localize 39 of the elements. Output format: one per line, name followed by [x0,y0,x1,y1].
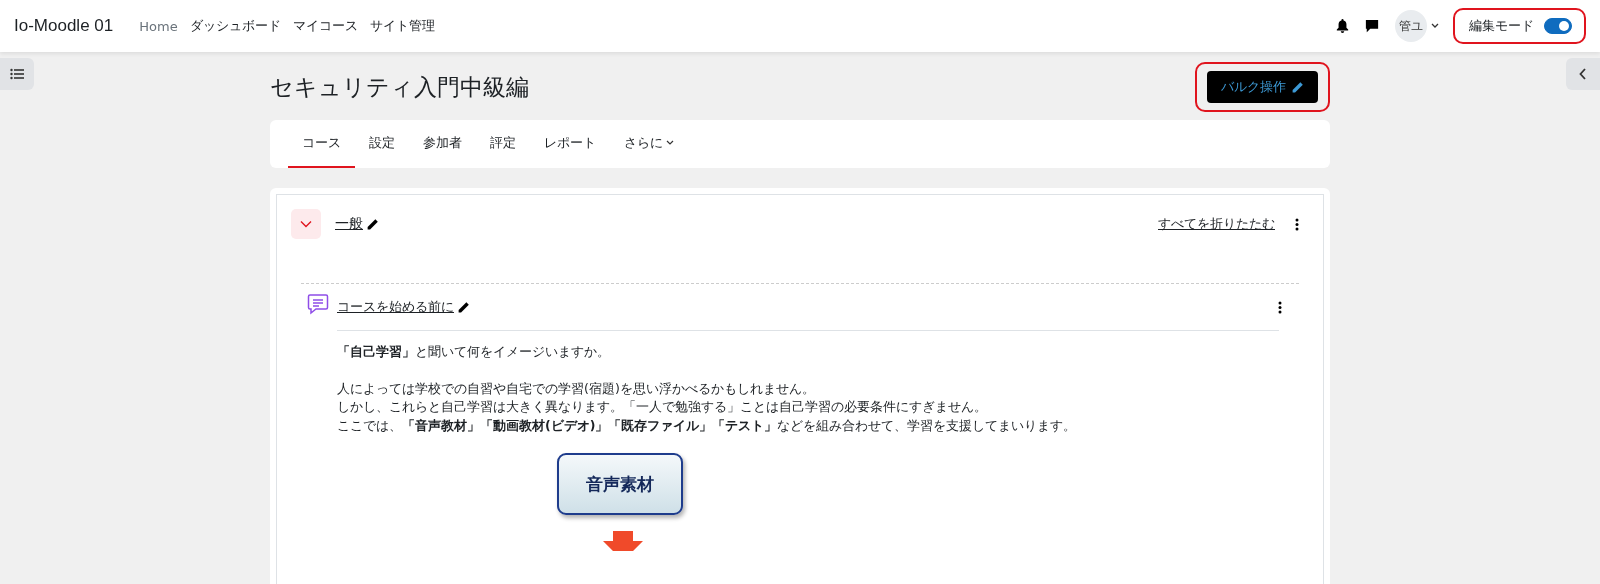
course-tab[interactable]: 参加者 [409,120,476,168]
nav-link[interactable]: サイト管理 [369,17,435,35]
pencil-icon[interactable] [457,300,470,314]
down-arrow-icon [603,531,643,551]
pencil-icon[interactable] [1291,80,1304,94]
bulk-edit-button[interactable]: バルク操作 [1207,71,1318,103]
collapse-all-link[interactable]: すべてを折りたたむ [1158,215,1275,233]
description-paragraph: 人によっては学校での自習や自宅での学習(宿題)を思い浮かべるかもしれません。 しかし、これらと自己学習は大きく異なります。「一人で勉強する」ことは自己学習の必要条件にすぎません。 ここでは、「音声教材」「動画教材(ビデオ)」「既存ファイル」「テスト」などを組み合わせて、学習を支援してまいります。 [337,379,1078,435]
course-tab[interactable]: 設定 [355,120,409,168]
section-title[interactable]: 一般 [335,215,363,233]
more-icon[interactable] [1295,217,1299,231]
course-tab[interactable]: 評定 [476,120,530,168]
nav-link[interactable]: Home [139,18,178,34]
pencil-icon[interactable] [366,217,379,231]
more-icon[interactable] [1278,300,1282,314]
collapse-button[interactable] [291,209,321,239]
course-index-button[interactable] [0,58,34,90]
user-avatar[interactable]: 管ユ [1395,10,1427,42]
caret-icon[interactable] [1431,23,1439,29]
edit-mode-control[interactable]: 編集モード [1453,8,1586,44]
course-tab[interactable]: コース [288,120,355,168]
caret-icon[interactable] [666,140,674,146]
chat-icon[interactable] [1365,19,1379,33]
site-name[interactable]: Io-Moodle 01 [14,16,114,36]
course-tab[interactable]: レポート [530,120,610,168]
diagram-box: 音声素材 [557,453,683,515]
list-icon[interactable] [10,68,24,80]
course-tab[interactable]: さらに [610,120,688,168]
course-title: セキュリティ入門中級編 [270,72,529,102]
nav-link[interactable]: マイコース [292,17,358,35]
nav-link[interactable]: ダッシュボード [189,17,281,35]
chevron-down-icon[interactable] [300,220,312,228]
chevron-left-icon[interactable] [1579,68,1587,80]
activity-title[interactable]: コースを始める前に [337,298,454,316]
forum-icon [307,293,329,315]
edit-mode-toggle[interactable] [1544,18,1572,34]
edit-mode-label: 編集モード [1469,17,1534,35]
description-paragraph: 「自己学習」と聞いて何をイメージいますか。 [337,343,611,361]
bell-icon[interactable] [1336,19,1349,33]
